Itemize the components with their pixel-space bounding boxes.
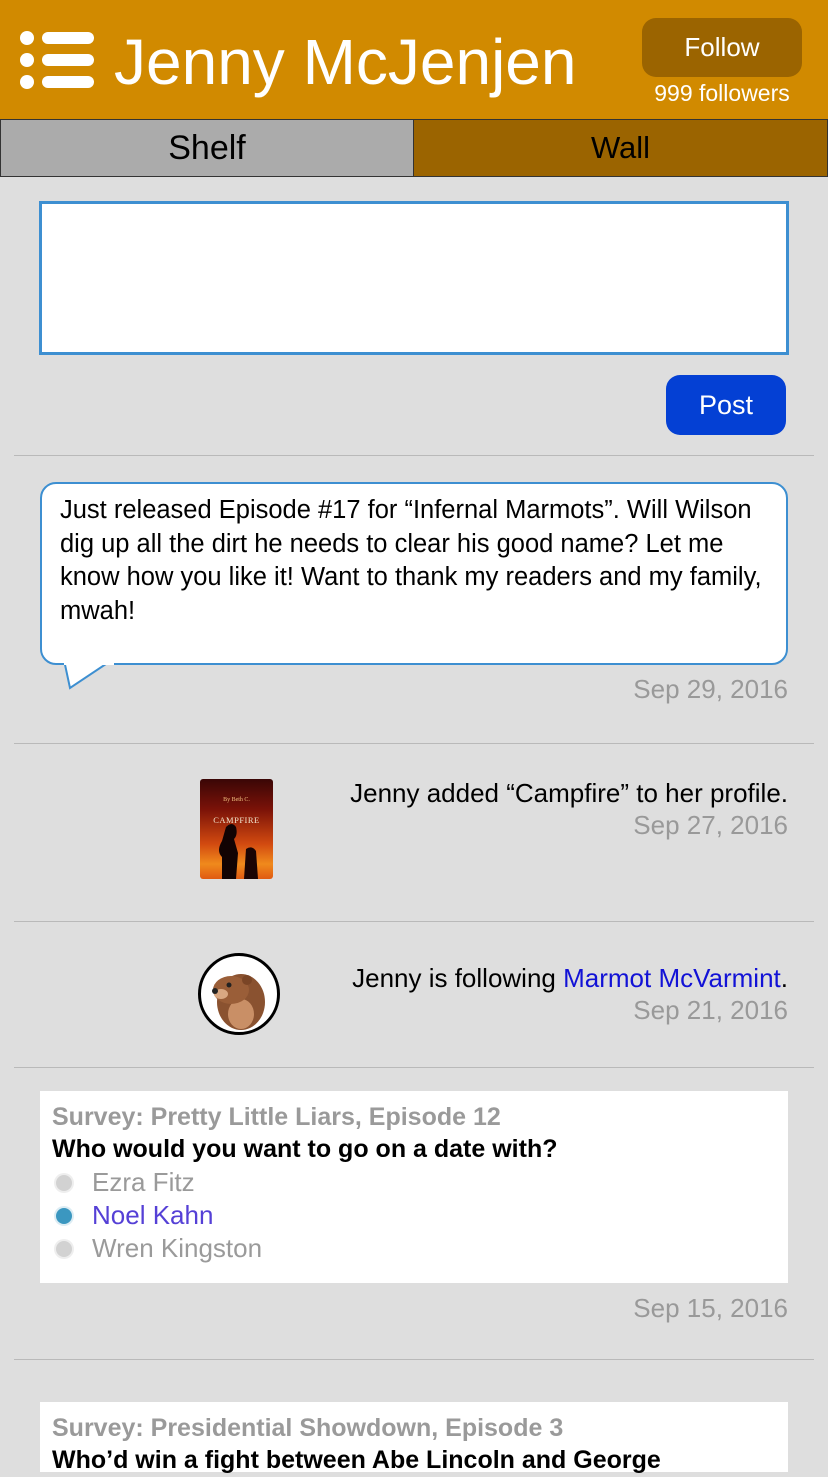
survey-card: Survey: Presidential Showdown, Episode 3… (40, 1402, 788, 1474)
tab-shelf[interactable]: Shelf (0, 119, 414, 177)
post-date: Sep 29, 2016 (633, 674, 788, 704)
option-label: Ezra Fitz (92, 1167, 195, 1197)
activity-added-date: Sep 27, 2016 (633, 810, 788, 840)
survey-option-noel-kahn[interactable]: Noel Kahn (52, 1199, 788, 1232)
following-prefix: Jenny is following (352, 963, 564, 993)
radio-selected-icon (56, 1208, 72, 1224)
hamburger-menu-icon[interactable] (20, 28, 94, 92)
campfire-book-cover[interactable]: By Beth C. CAMPFIRE (200, 779, 273, 879)
profile-tabs: Shelf Wall (0, 119, 828, 179)
status-post-bubble: Just released Episode #17 for “Infernal … (40, 482, 788, 665)
survey-question: Who would you want to go on a date with? (52, 1135, 558, 1163)
marmot-icon (212, 974, 265, 1030)
feed-divider (14, 1359, 814, 1360)
survey-question: Who’d win a fight between Abe Lincoln an… (52, 1446, 661, 1474)
feed-divider (14, 921, 814, 922)
silhouette-icon (219, 824, 258, 879)
option-label: Noel Kahn (92, 1200, 214, 1230)
follow-button[interactable]: Follow (642, 18, 802, 77)
post-compose-field[interactable] (39, 201, 789, 355)
marmot-mcvarmint-link[interactable]: Marmot McVarmint (563, 963, 781, 993)
speech-bubble-tail (64, 660, 114, 690)
survey-option-wren-kingston[interactable]: Wren Kingston (52, 1232, 788, 1265)
profile-name: Jenny McJenjen (114, 26, 577, 98)
activity-following-date: Sep 21, 2016 (633, 995, 788, 1025)
marmot-avatar[interactable] (198, 953, 280, 1035)
app-header: Jenny McJenjen Follow 999 followers (0, 0, 828, 119)
survey-label: Survey: Pretty Little Liars, Episode 12 (52, 1103, 501, 1131)
survey-date: Sep 15, 2016 (633, 1293, 788, 1323)
survey-option-ezra-fitz[interactable]: Ezra Fitz (52, 1166, 788, 1199)
survey-card: Survey: Pretty Little Liars, Episode 12 … (40, 1091, 788, 1283)
survey-label: Survey: Presidential Showdown, Episode 3 (52, 1414, 564, 1442)
activity-added-text: Jenny added “Campfire” to her profile. (350, 778, 788, 808)
following-suffix: . (780, 963, 788, 993)
feed-divider (14, 455, 814, 456)
follower-count: 999 followers (654, 80, 790, 106)
radio-unselected-icon (56, 1175, 72, 1191)
feed-divider (14, 1067, 814, 1068)
feed-divider (14, 743, 814, 744)
option-label: Wren Kingston (92, 1233, 263, 1263)
tab-wall[interactable]: Wall (414, 119, 828, 177)
post-button[interactable]: Post (666, 375, 786, 435)
activity-following: Jenny is following Marmot McVarmint. (352, 963, 788, 994)
radio-unselected-icon (56, 1241, 72, 1257)
